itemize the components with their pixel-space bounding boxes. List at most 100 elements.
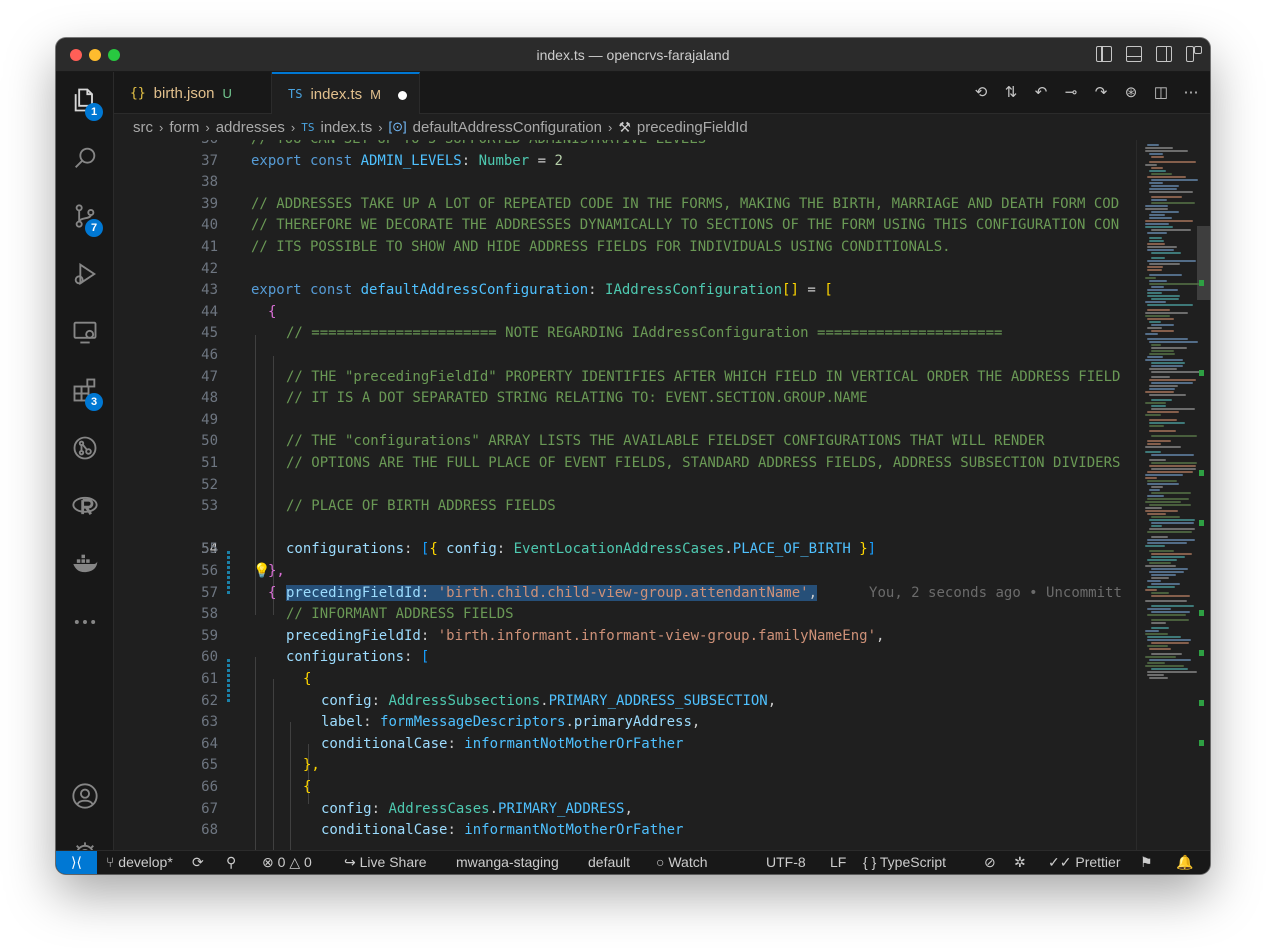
toggle-panel-icon[interactable] — [1126, 46, 1142, 62]
kube-namespace-item[interactable]: default — [588, 854, 630, 870]
breadcrumb-folder-addresses[interactable]: addresses — [216, 119, 285, 136]
breadcrumb-symbol[interactable]: defaultAddressConfiguration — [413, 119, 602, 136]
typescript-file-icon: TS — [301, 120, 315, 134]
scrollbar-thumb[interactable] — [1197, 226, 1210, 300]
customize-layout-icon[interactable] — [1186, 46, 1202, 62]
source-control-badge: 7 — [85, 219, 103, 237]
activity-extensions[interactable]: 3 — [56, 366, 114, 414]
minimap-line — [1151, 627, 1169, 629]
activity-docker[interactable] — [56, 540, 114, 588]
gitlens-inspect-icon[interactable]: ⊛ — [1122, 84, 1140, 102]
minimap-line — [1151, 486, 1163, 488]
minimap-line — [1145, 589, 1157, 591]
minimap-line — [1145, 633, 1169, 635]
watch-item[interactable]: ○ Watch — [656, 854, 708, 870]
unsaved-dot-icon[interactable] — [398, 91, 407, 100]
toggle-primary-sidebar-icon[interactable] — [1096, 46, 1112, 62]
kube-context-item[interactable]: mwanga-staging — [456, 854, 559, 870]
activity-r-language[interactable] — [56, 482, 114, 530]
language-mode-item[interactable]: { } TypeScript — [863, 854, 946, 870]
status-bar: ⟩⟨ ⑂ develop* ⟳ ⚲ ⊗ 0 △ 0 ↪ Live Share m… — [56, 850, 1210, 874]
compare-changes-icon[interactable]: ⇅ — [1002, 84, 1020, 102]
prettier-item[interactable]: ✓✓ Prettier — [1048, 854, 1120, 871]
toggle-secondary-sidebar-icon[interactable] — [1156, 46, 1172, 62]
window-title: index.ts — opencrvs-farajaland — [536, 47, 730, 63]
minimap-line — [1147, 246, 1178, 248]
minimap-line — [1149, 170, 1167, 172]
more-actions-icon[interactable]: ⋯ — [1182, 84, 1200, 102]
copilot-icon[interactable]: ⊘ — [984, 854, 996, 871]
problems-item[interactable]: ⊗ 0 △ 0 — [262, 854, 312, 871]
commit-icon[interactable]: ⊸ — [1062, 84, 1080, 102]
activity-explorer[interactable]: 1 — [56, 76, 114, 124]
git-status-modified: M — [370, 86, 381, 102]
minimap[interactable] — [1136, 140, 1210, 850]
timeline-history-icon[interactable]: ⟲ — [972, 84, 990, 102]
split-editor-icon[interactable]: ◫ — [1152, 84, 1170, 102]
breadcrumb-folder-form[interactable]: form — [169, 119, 199, 136]
notifications-bell-icon[interactable]: 🔔 — [1176, 854, 1193, 871]
breadcrumb-file[interactable]: index.ts — [321, 119, 373, 136]
minimap-line — [1147, 662, 1165, 664]
minimap-line — [1149, 368, 1178, 370]
editor-tab-bar: {} birth.json U TS index.ts M ⟲ ⇅ ↶ ⊸ ↷ … — [114, 72, 1210, 114]
minimap-line — [1147, 480, 1177, 482]
tab-birth-json[interactable]: {} birth.json U — [114, 72, 272, 114]
code-editor[interactable]: 36// YOU CAN SET UP TO 5 SUPPORTED ADMIN… — [114, 140, 1136, 850]
minimap-line — [1151, 577, 1170, 579]
minimap-line — [1149, 379, 1196, 381]
minimap-line — [1147, 292, 1162, 294]
previous-change-icon[interactable]: ↶ — [1032, 84, 1050, 102]
activity-gitlens[interactable] — [56, 424, 114, 472]
code-line: 53// PLACE OF BIRTH ADDRESS FIELDS — [201, 498, 556, 515]
minimap-line — [1151, 211, 1179, 213]
breadcrumb-folder-src[interactable]: src — [133, 119, 153, 136]
minimap-line — [1149, 550, 1175, 552]
gear-badge-icon[interactable]: ✲ — [1014, 854, 1026, 871]
minimap-line — [1147, 295, 1180, 297]
code-line: 48// IT IS A DOT SEPARATED STRING RELATI… — [201, 390, 868, 407]
more-icon — [74, 620, 96, 624]
minimap-line — [1151, 344, 1162, 346]
minimap-line — [1151, 408, 1195, 410]
code-line: 65}, — [201, 757, 320, 774]
minimap-line — [1151, 185, 1179, 187]
code-line: 57{ — [201, 584, 277, 601]
activity-source-control[interactable]: 7 — [56, 192, 114, 240]
minimap-line — [1145, 277, 1157, 279]
minimap-line — [1145, 630, 1159, 632]
code-line: 62 config: AddressSubsections.PRIMARY_ADD… — [201, 692, 777, 709]
activity-accounts[interactable] — [56, 772, 114, 820]
remote-indicator-icon[interactable]: ⟩⟨ — [56, 851, 97, 874]
next-change-icon[interactable]: ↷ — [1092, 84, 1110, 102]
tab-index-ts[interactable]: TS index.ts M — [272, 72, 420, 114]
minimap-line — [1147, 243, 1165, 245]
sync-icon[interactable]: ⟳ — [192, 854, 204, 871]
minimap-line — [1147, 249, 1174, 251]
gitlens-graph-icon[interactable]: ⚲ — [226, 854, 236, 871]
code-line: 52 — [201, 476, 218, 493]
minimap-line — [1151, 619, 1190, 621]
activity-run-debug[interactable] — [56, 250, 114, 298]
git-branch-item[interactable]: ⑂ develop* — [106, 854, 173, 870]
variable-symbol-icon: [⊙] — [388, 119, 407, 134]
minimap-line — [1147, 674, 1164, 676]
activity-remote-explorer[interactable] — [56, 308, 114, 356]
chevron-right-icon: › — [159, 119, 164, 135]
code-line: 55 configurations: [{ config: EventLocati… — [201, 541, 877, 558]
error-icon: ⊗ — [262, 854, 278, 870]
minimap-line — [1151, 362, 1186, 364]
minimap-line — [1149, 274, 1182, 276]
encoding-item[interactable]: UTF-8 — [766, 854, 806, 870]
minimap-line — [1149, 341, 1198, 343]
minimap-line — [1151, 252, 1182, 254]
minimap-line — [1151, 229, 1191, 231]
breadcrumb-field[interactable]: precedingFieldId — [637, 119, 748, 136]
minimap-line — [1149, 161, 1197, 163]
eol-item[interactable]: LF — [830, 854, 846, 870]
activity-search[interactable] — [56, 134, 114, 182]
live-share-item[interactable]: ↪ Live Share — [344, 854, 427, 871]
activity-more[interactable] — [56, 598, 114, 646]
minimap-line — [1145, 565, 1176, 567]
feedback-icon[interactable]: ⚑ — [1140, 854, 1153, 871]
